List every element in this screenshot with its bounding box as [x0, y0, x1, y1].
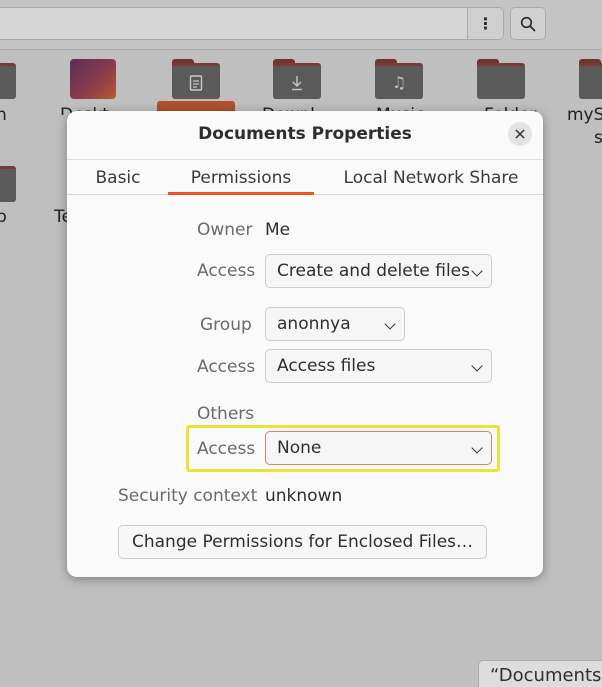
folder-icon[interactable] — [579, 59, 602, 99]
file-label[interactable]: p — [0, 207, 7, 227]
status-label: “Documents” — [478, 660, 602, 687]
group-dropdown[interactable]: anonnya — [265, 307, 405, 341]
search-button[interactable] — [510, 7, 546, 40]
music-folder-icon[interactable]: ♫ — [375, 59, 423, 99]
tab-basic[interactable]: Basic — [79, 160, 157, 195]
chevron-down-icon — [384, 318, 396, 330]
owner-access-label: Access — [197, 261, 256, 281]
owner-value: Me — [265, 220, 291, 240]
path-menu-button[interactable]: ⋮ — [467, 8, 503, 39]
properties-dialog: Documents Properties Basic Permissions L… — [67, 111, 543, 577]
folder-icon[interactable] — [477, 59, 525, 99]
dialog-title: Documents Properties — [198, 124, 412, 144]
file-label[interactable]: n — [0, 105, 7, 125]
group-access-value: Access files — [277, 356, 376, 376]
close-icon — [515, 129, 525, 139]
header-bar: ⋮ — [0, 0, 602, 49]
security-context-value: unknown — [265, 486, 343, 506]
tab-local-network-share[interactable]: Local Network Share — [329, 160, 533, 195]
tab-bar: Basic Permissions Local Network Share — [67, 159, 543, 195]
path-bar[interactable]: ⋮ — [0, 7, 504, 40]
others-label: Others — [197, 404, 255, 424]
chevron-down-icon — [471, 265, 483, 277]
file-label[interactable]: myS — [567, 105, 602, 125]
folder-icon[interactable] — [0, 162, 16, 202]
documents-folder-icon[interactable] — [172, 59, 220, 99]
others-access-value: None — [277, 438, 322, 458]
search-icon — [520, 16, 536, 31]
change-permissions-button[interactable]: Change Permissions for Enclosed Files… — [118, 525, 487, 559]
tab-permissions[interactable]: Permissions — [168, 160, 314, 195]
chevron-down-icon — [471, 360, 483, 372]
group-access-dropdown[interactable]: Access files — [265, 349, 492, 383]
owner-label: Owner — [197, 220, 253, 240]
file-label[interactable]: s — [594, 128, 602, 148]
desktop-folder-icon[interactable] — [70, 59, 116, 99]
others-access-label: Access — [197, 439, 256, 459]
group-value: anonnya — [277, 314, 351, 334]
downloads-folder-icon[interactable] — [273, 59, 321, 99]
owner-access-dropdown[interactable]: Create and delete files — [265, 254, 492, 288]
others-access-dropdown[interactable]: None — [265, 431, 492, 465]
close-button[interactable] — [508, 122, 532, 146]
group-access-label: Access — [197, 357, 256, 377]
owner-access-value: Create and delete files — [277, 261, 470, 281]
group-label: Group — [200, 315, 252, 335]
security-context-label: Security context — [118, 486, 258, 506]
more-vertical-icon: ⋮ — [477, 14, 494, 33]
folder-icon[interactable] — [0, 59, 16, 99]
chevron-down-icon — [471, 442, 483, 454]
